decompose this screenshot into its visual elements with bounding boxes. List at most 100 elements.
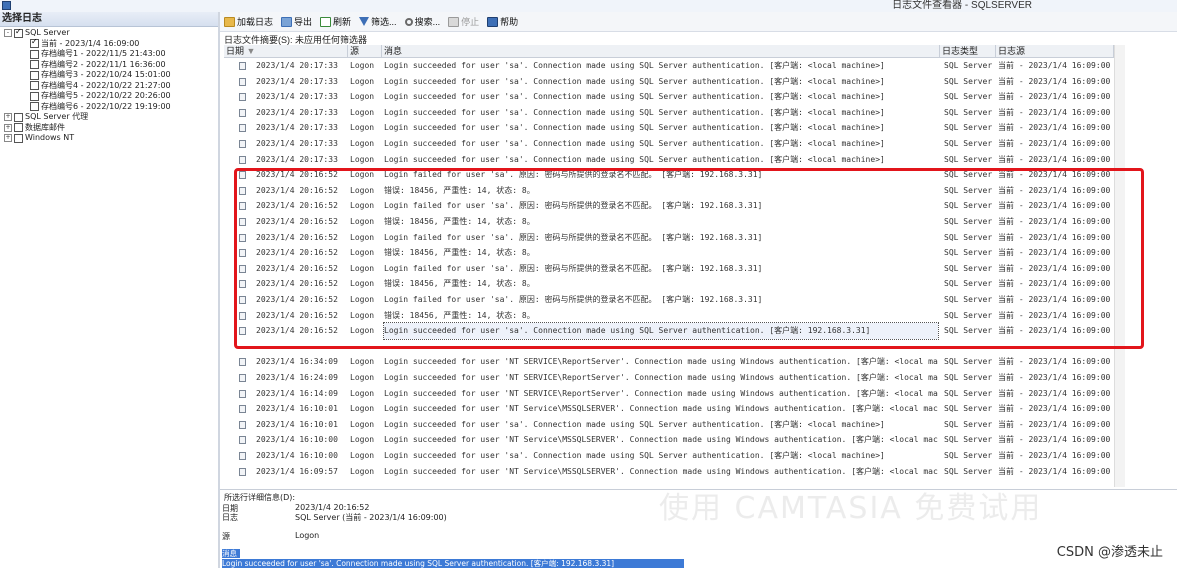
cell-log: 当前 - 2023/1/4 16:09:00 [998,232,1111,242]
table-row[interactable]: 2023/1/4 20:16:52 Logon 错误: 18456, 严重性: 14… [224,245,1114,261]
table-row[interactable]: 2023/1/4 20:16:52 Logon 错误: 18456, 严重性: 14… [224,276,1114,292]
column-date[interactable]: 日期 ▼ [224,45,348,57]
cell-source: Logon [350,357,375,367]
expand-icon[interactable]: + [4,113,12,121]
cell-type: SQL Server [944,92,993,102]
column-message[interactable]: 消息 [382,45,940,57]
refresh-button[interactable]: 刷新 [320,15,351,28]
table-row[interactable]: 2023/1/4 20:16:52 Logon 错误: 18456, 严重性: 14… [224,214,1114,230]
table-row[interactable]: 2023/1/4 20:17:33 Logon Login succeeded fo… [224,152,1114,168]
tree-checkbox[interactable] [30,81,39,90]
table-row[interactable] [224,339,1114,355]
tree-item[interactable]: + Windows NT [4,133,74,143]
search-icon [404,17,413,26]
tree-item[interactable]: + SQL Server 代理 [4,112,88,122]
table-row[interactable]: 2023/1/4 20:17:33 Logon Login succeeded fo… [224,89,1114,105]
tree-checkbox[interactable] [30,49,39,59]
tree-checkbox[interactable] [14,27,23,38]
tree-item[interactable]: + 数据库邮件 [4,123,65,133]
cell-date: 2023/1/4 16:34:09 [256,357,338,367]
table-row[interactable]: 2023/1/4 20:17:33 Logon Login succeeded fo… [224,105,1114,121]
cell-source: Logon [350,92,375,102]
table-row[interactable]: 2023/1/4 20:17:33 Logon Login succeeded fo… [224,136,1114,152]
log-entry-icon [239,218,246,226]
expand-icon[interactable]: + [4,134,12,142]
cell-type: SQL Server [944,201,993,211]
table-row[interactable]: 2023/1/4 16:10:01 Logon Login succeeded fo… [224,417,1114,433]
log-entry-icon [239,202,246,211]
expand-icon[interactable]: + [4,123,12,132]
cell-date: 2023/1/4 20:16:52 [256,248,338,258]
cell-message: Login succeeded for user 'NT SERVICE\Rep… [384,373,938,382]
tree-checkbox[interactable] [30,37,39,48]
cell-date: 2023/1/4 16:14:09 [256,388,338,398]
tree-item-label: 存档编号1 - 2022/11/5 21:43:00 [41,49,166,58]
table-row[interactable]: 2023/1/4 16:10:00 Logon Login succeeded fo… [224,448,1114,464]
cell-log: 当前 - 2023/1/4 16:09:00 [998,92,1111,102]
folder-icon [224,16,235,27]
table-row[interactable]: 2023/1/4 16:34:09 Logon Login succeeded fo… [224,354,1114,370]
tree-item[interactable]: 存档编号5 - 2022/10/22 20:26:00 [30,91,171,101]
tree-checkbox[interactable] [30,91,39,101]
column-log-type[interactable]: 日志类型 [940,45,996,57]
pane-title: 选择日志 [0,12,218,27]
table-row[interactable]: 2023/1/4 20:16:52 Logon Login succeeded fo… [224,322,1114,340]
table-row[interactable]: 2023/1/4 20:16:52 Logon Login failed for u… [224,198,1114,214]
column-log-source[interactable]: 日志源 [996,45,1114,57]
table-row[interactable]: 2023/1/4 20:16:52 Logon 错误: 18456, 严重性: 14… [224,308,1114,324]
column-source[interactable]: 源 [348,45,382,57]
table-row[interactable]: 2023/1/4 20:16:52 Logon Login failed for u… [224,292,1114,308]
tree-item-label: 存档编号3 - 2022/10/24 15:01:00 [41,70,171,79]
table-row[interactable]: 2023/1/4 16:09:57 Logon Login succeeded fo… [224,464,1114,480]
help-button[interactable]: 帮助 [487,15,518,28]
load-log-button[interactable]: 加载日志 [224,15,273,28]
export-button[interactable]: 导出 [281,15,312,28]
log-entry-icon [239,108,246,117]
cell-message: Login succeeded for user 'sa'. Connectio… [384,76,885,86]
table-row[interactable]: 2023/1/4 20:16:52 Logon Login failed for u… [224,230,1114,246]
cell-message: 错误: 18456, 严重性: 14, 状态: 8。 [384,279,535,289]
search-button[interactable]: 搜索... [404,15,440,28]
tree-item[interactable]: 存档编号3 - 2022/10/24 15:01:00 [30,70,171,80]
table-row[interactable]: 2023/1/4 20:17:33 Logon Login succeeded fo… [224,58,1114,74]
collapse-icon[interactable]: - [4,29,12,37]
tree-item[interactable]: 存档编号4 - 2022/10/22 21:27:00 [30,81,171,91]
tree-checkbox[interactable] [14,123,23,132]
tree-checkbox[interactable] [14,112,23,122]
cell-date: 2023/1/4 20:16:52 [256,295,338,304]
credit-label: CSDN @渗透未止 [1056,545,1163,560]
table-row[interactable]: 2023/1/4 16:24:09 Logon Login succeeded fo… [224,370,1114,386]
tree-checkbox[interactable] [30,102,39,111]
cell-type: SQL Server [944,139,993,148]
stop-button[interactable]: 停止 [448,15,479,28]
filter-button[interactable]: 筛选... [359,15,397,28]
message-value[interactable]: Login succeeded for user 'sa'. Connectio… [222,559,684,568]
tree-checkbox[interactable] [30,60,39,69]
app-icon [2,1,11,10]
tree-item[interactable]: 当前 - 2023/1/4 16:09:00 [30,37,139,49]
cell-message: Login succeeded for user 'sa'. Connectio… [384,61,885,70]
table-row[interactable]: 2023/1/4 20:17:33 Logon Login succeeded fo… [224,120,1114,136]
table-row[interactable]: 2023/1/4 16:10:00 Logon Login succeeded fo… [224,432,1114,448]
tree-checkbox[interactable] [30,70,39,80]
table-row[interactable]: 2023/1/4 20:16:52 Logon Login failed for u… [224,167,1114,183]
table-row[interactable]: 2023/1/4 16:10:01 Logon Login succeeded fo… [224,401,1114,417]
sort-arrow-icon: ▼ [246,46,256,56]
tree-item[interactable]: 存档编号1 - 2022/11/5 21:43:00 [30,49,166,59]
log-entry-icon [239,93,246,102]
table-row[interactable]: 2023/1/4 20:17:33 Logon Login succeeded fo… [224,74,1114,90]
table-row[interactable]: 2023/1/4 16:14:09 Logon Login succeeded fo… [224,386,1114,402]
table-row[interactable]: 2023/1/4 20:16:52 Logon 错误: 18456, 严重性: 14… [224,183,1114,199]
log-entry-icon [239,233,246,242]
cell-log: 当前 - 2023/1/4 16:09:00 [998,154,1111,164]
log-grid[interactable]: 日期 ▼ 源 消息 日志类型 日志源 2023/1/4 20:17:33 Logo… [224,45,1114,487]
tree-checkbox[interactable] [14,133,23,143]
cell-log: 当前 - 2023/1/4 16:09:00 [998,419,1111,429]
tree-item[interactable]: 存档编号2 - 2022/11/1 16:36:00 [30,60,166,70]
tree-item[interactable]: 存档编号6 - 2022/10/22 19:19:00 [30,102,171,112]
grid-scrollbar[interactable] [1114,45,1125,487]
cell-message: Login succeeded for user 'sa'. Connectio… [383,322,939,340]
table-row[interactable]: 2023/1/4 20:16:52 Logon Login failed for u… [224,261,1114,277]
cell-date: 2023/1/4 16:10:00 [256,451,338,460]
cell-log: 当前 - 2023/1/4 16:09:00 [998,373,1111,382]
